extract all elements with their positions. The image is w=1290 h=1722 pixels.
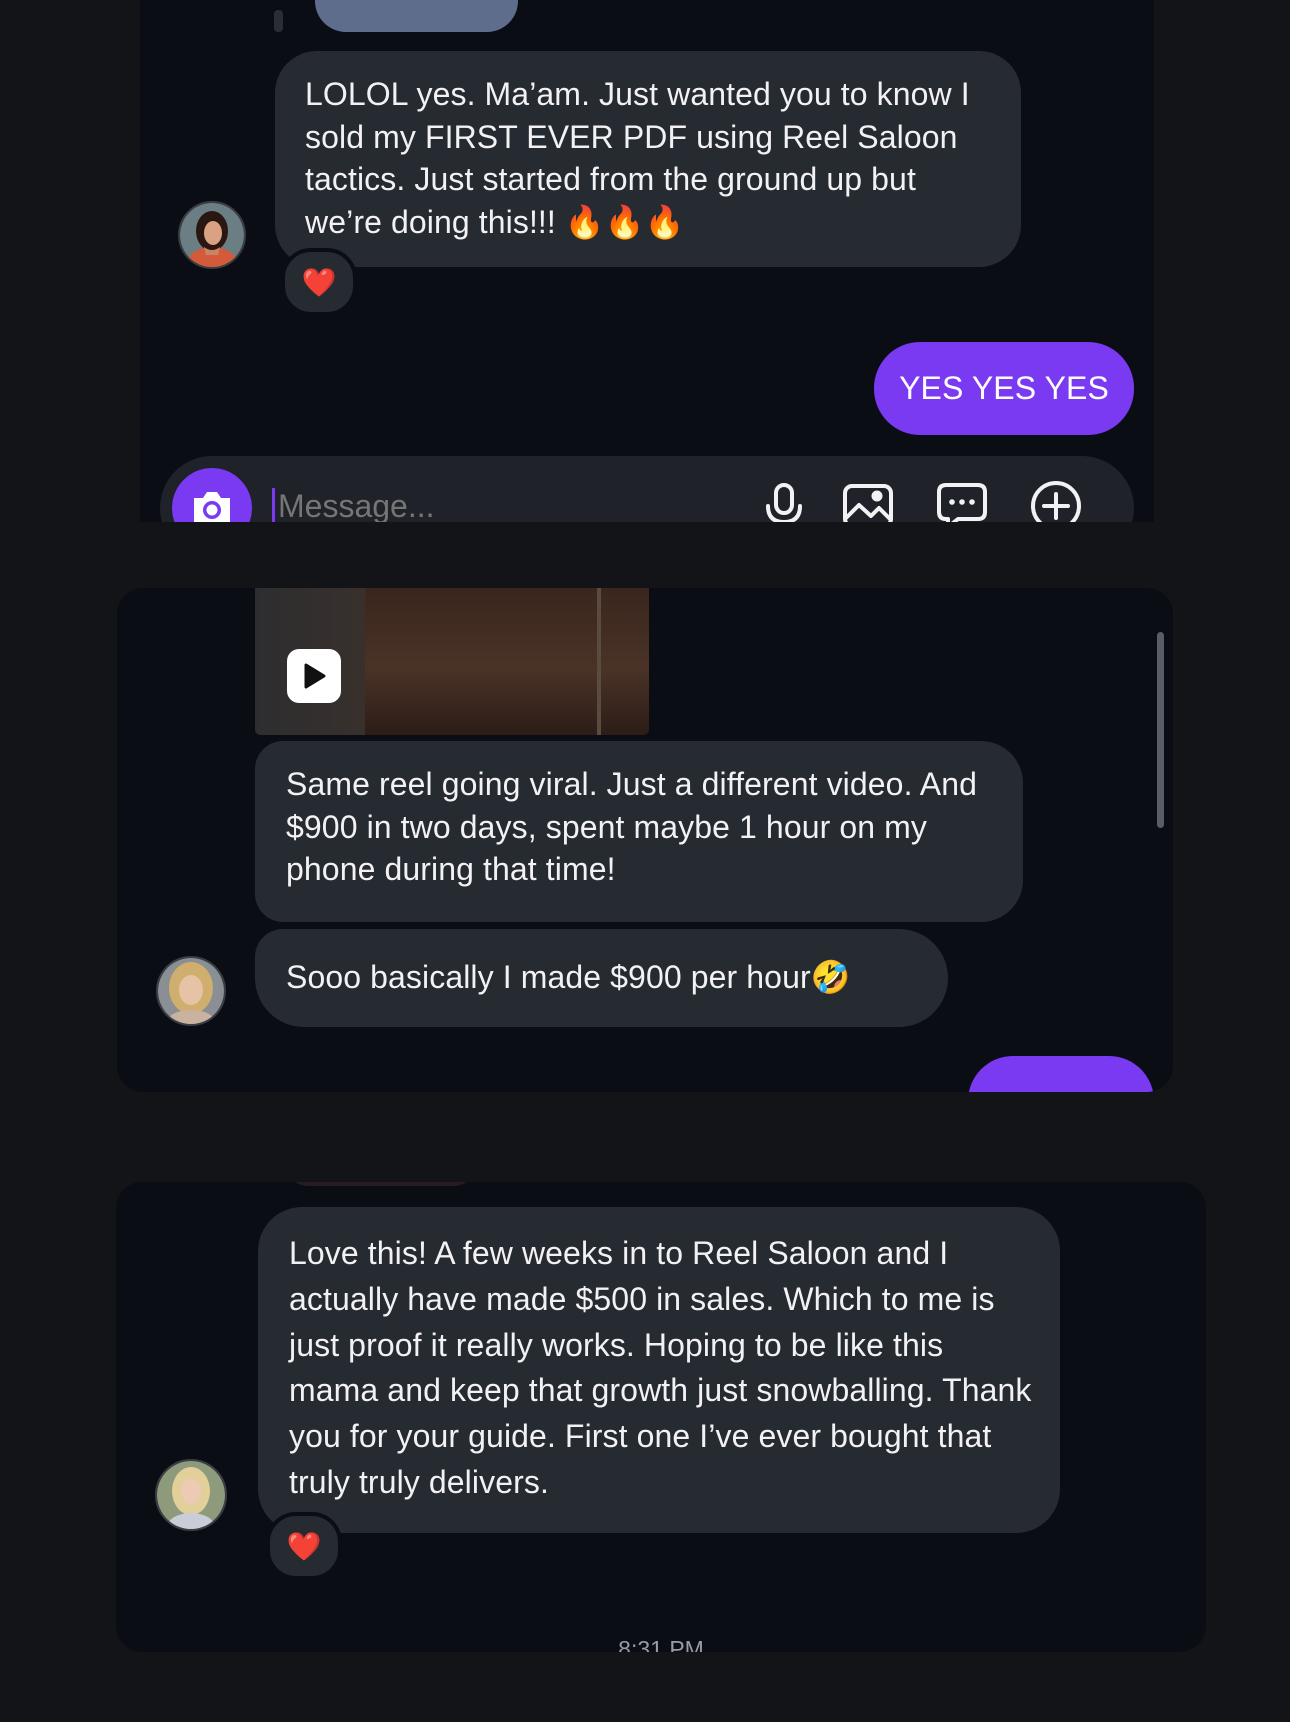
video-frame	[341, 588, 649, 735]
more-button[interactable]	[1026, 476, 1086, 522]
avatar-image	[180, 203, 244, 267]
message-composer	[160, 456, 1134, 522]
play-button[interactable]	[287, 649, 341, 703]
scroll-indicator	[274, 10, 283, 32]
avatar[interactable]	[155, 1459, 227, 1531]
play-icon	[304, 663, 326, 689]
timestamp: 8:31 PM	[618, 1636, 704, 1652]
outgoing-message[interactable]: YES YES YES	[874, 342, 1134, 435]
chat-screenshot-3: Love this! A few weeks in to Reel Saloon…	[116, 1182, 1206, 1652]
heart-reaction[interactable]: ❤️	[281, 248, 357, 316]
gallery-button[interactable]	[838, 476, 898, 522]
outgoing-message[interactable]	[968, 1056, 1154, 1092]
video-frame-line	[597, 588, 601, 735]
message-input[interactable]	[278, 482, 718, 522]
incoming-message[interactable]: Sooo basically I made $900 per hour🤣	[255, 929, 948, 1027]
message-text: Sooo basically I made $900 per hour🤣	[286, 959, 851, 995]
video-thumbnail[interactable]	[255, 588, 649, 735]
message-text: YES YES YES	[899, 370, 1109, 407]
incoming-message[interactable]: LOLOL yes. Ma’am. Just wanted you to kno…	[275, 51, 1021, 267]
avatar-image	[157, 1461, 225, 1529]
camera-icon	[194, 492, 230, 522]
text-cursor	[272, 488, 275, 522]
heart-icon: ❤️	[286, 1530, 322, 1562]
previous-message-bubble	[286, 1182, 476, 1186]
microphone-button[interactable]	[754, 476, 814, 522]
avatar-image	[158, 958, 224, 1024]
incoming-message[interactable]: Same reel going viral. Just a different …	[255, 741, 1023, 922]
message-text: Love this! A few weeks in to Reel Saloon…	[289, 1235, 1032, 1500]
sticker-icon	[937, 483, 987, 522]
chat-screenshot-1: LOLOL yes. Ma’am. Just wanted you to kno…	[140, 0, 1154, 522]
message-text: LOLOL yes. Ma’am. Just wanted you to kno…	[305, 76, 970, 240]
add-icon	[1031, 481, 1081, 522]
image-icon	[843, 484, 893, 522]
microphone-icon	[766, 483, 802, 522]
previous-message-bubble	[315, 0, 518, 32]
avatar[interactable]	[156, 956, 226, 1026]
scrollbar[interactable]	[1157, 632, 1164, 828]
chat-screenshot-2: Same reel going viral. Just a different …	[117, 588, 1173, 1092]
message-text: Same reel going viral. Just a different …	[286, 766, 978, 887]
heart-icon: ❤️	[301, 266, 337, 298]
sticker-button[interactable]	[932, 476, 992, 522]
camera-button[interactable]	[172, 468, 252, 522]
incoming-message[interactable]: Love this! A few weeks in to Reel Saloon…	[258, 1207, 1060, 1533]
avatar[interactable]	[178, 201, 246, 269]
heart-reaction[interactable]: ❤️	[266, 1512, 342, 1580]
